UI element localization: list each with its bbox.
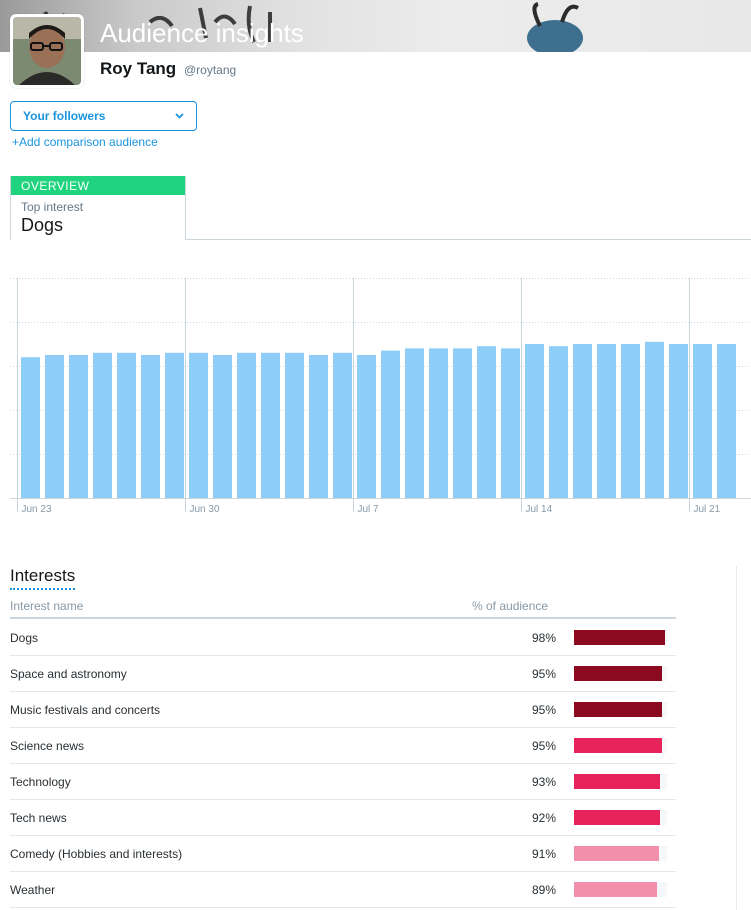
x-tick-label: Jul 14	[526, 504, 553, 515]
interest-name: Dogs	[10, 631, 39, 645]
interest-name: Tech news	[10, 811, 67, 825]
followers-bar-chart: Jun 23 Jun 30 Jul 7 Jul 14 Jul 21	[10, 278, 751, 515]
overview-tag: OVERVIEW	[11, 176, 185, 195]
chart-bar[interactable]	[717, 344, 736, 498]
interest-name: Technology	[10, 775, 71, 789]
overview-value: Dogs	[21, 215, 64, 235]
chart-bar[interactable]	[309, 355, 328, 498]
table-row[interactable]: Dogs 98%	[10, 620, 676, 656]
interest-pct: 91%	[531, 847, 556, 861]
interest-bar-track	[574, 774, 667, 789]
chart-bar[interactable]	[429, 348, 448, 498]
chart-bar[interactable]	[117, 352, 136, 498]
chart-bar[interactable]	[189, 352, 208, 498]
tab-overview[interactable]: OVERVIEW Top interest Dogs	[10, 176, 186, 240]
audience-dropdown-label: Your followers	[23, 109, 106, 123]
interest-bar	[574, 810, 660, 825]
x-tick-label: Jul 7	[358, 504, 380, 515]
chart-bar[interactable]	[477, 346, 496, 498]
avatar-photo	[13, 17, 81, 85]
interest-bar-track	[574, 738, 667, 753]
table-row[interactable]: Tech news 92%	[10, 800, 676, 836]
chart-bar[interactable]	[645, 341, 664, 498]
interests-table-header: Interest name % of audience	[10, 599, 676, 619]
chart-bar[interactable]	[501, 348, 520, 498]
table-row[interactable]: Science news 95%	[10, 728, 676, 764]
page-title: Audience insights	[100, 18, 304, 48]
chart-bar[interactable]	[45, 355, 64, 498]
column-header-pct-audience[interactable]: % of audience	[472, 599, 548, 613]
interest-bar-track	[574, 846, 667, 861]
interest-bar-track	[574, 702, 667, 717]
x-tick-label: Jun 30	[190, 504, 220, 515]
header-banner: Audience insights	[0, 0, 751, 52]
interest-bar-track	[574, 882, 667, 897]
interest-name: Music festivals and concerts	[10, 703, 161, 717]
audience-dropdown[interactable]: Your followers	[10, 101, 197, 131]
interests-heading: Interests	[10, 566, 76, 590]
interest-bar	[574, 846, 659, 861]
panel-divider	[736, 566, 737, 910]
chart-bar[interactable]	[333, 352, 352, 498]
chart-bar[interactable]	[21, 357, 40, 498]
interest-bar-track	[574, 630, 667, 645]
chart-bar[interactable]	[237, 352, 256, 498]
chart-bar[interactable]	[693, 344, 712, 498]
interest-pct: 95%	[531, 703, 556, 717]
tab-divider	[185, 239, 751, 240]
chart-bar[interactable]	[669, 344, 688, 498]
chevron-down-icon	[175, 113, 184, 119]
interest-name: Weather	[10, 883, 56, 897]
chart-bar[interactable]	[405, 348, 424, 498]
table-row[interactable]: Music festivals and concerts 95%	[10, 692, 676, 728]
chart-bar[interactable]	[213, 355, 232, 498]
interest-bar	[574, 738, 663, 753]
chart-bar[interactable]	[165, 352, 184, 498]
table-row[interactable]: Technology 93%	[10, 764, 676, 800]
user-name: Roy Tang	[100, 59, 177, 78]
interest-bar-track	[574, 666, 667, 681]
chart-bar[interactable]	[453, 348, 472, 498]
interest-bar	[574, 630, 666, 645]
interest-pct: 89%	[531, 883, 556, 897]
chart-bar[interactable]	[549, 346, 568, 498]
chart-bar[interactable]	[141, 355, 160, 498]
table-row[interactable]: Space and astronomy 95%	[10, 656, 676, 692]
user-handle: @roytang	[184, 63, 237, 77]
x-tick-label: Jun 23	[22, 504, 52, 515]
chart-bar[interactable]	[597, 344, 616, 498]
chart-bar[interactable]	[261, 352, 280, 498]
interest-name: Comedy (Hobbies and interests)	[10, 847, 183, 861]
interest-bar	[574, 882, 657, 897]
chart-bar[interactable]	[381, 350, 400, 498]
table-row[interactable]: Comedy (Hobbies and interests) 91%	[10, 836, 676, 872]
interest-bar	[574, 774, 661, 789]
x-tick-label: Jul 21	[694, 504, 721, 515]
column-header-interest-name[interactable]: Interest name	[10, 599, 83, 613]
chart-bar[interactable]	[69, 355, 88, 498]
interest-bar-track	[574, 810, 667, 825]
table-row[interactable]: Weather 89%	[10, 872, 676, 908]
chart-bar[interactable]	[357, 355, 376, 498]
interest-bar	[574, 666, 663, 681]
interest-name: Science news	[10, 739, 85, 753]
avatar[interactable]	[10, 14, 84, 88]
interest-bar	[574, 702, 663, 717]
interest-pct: 95%	[531, 739, 556, 753]
interest-pct: 92%	[531, 811, 556, 825]
chart-bar[interactable]	[525, 344, 544, 498]
chart-bar[interactable]	[573, 344, 592, 498]
overview-label: Top interest	[21, 200, 84, 214]
chart-bar[interactable]	[285, 352, 304, 498]
interest-name: Space and astronomy	[10, 667, 127, 681]
chart-bar[interactable]	[93, 352, 112, 498]
interest-pct: 98%	[531, 631, 556, 645]
interest-pct: 95%	[531, 667, 556, 681]
interests-table-body: Dogs 98% Space and astronomy 95% Music festi…	[10, 620, 676, 908]
interest-pct: 93%	[531, 775, 556, 789]
add-comparison-audience-link[interactable]: +Add comparison audience	[12, 135, 158, 149]
chart-bar[interactable]	[621, 344, 640, 498]
